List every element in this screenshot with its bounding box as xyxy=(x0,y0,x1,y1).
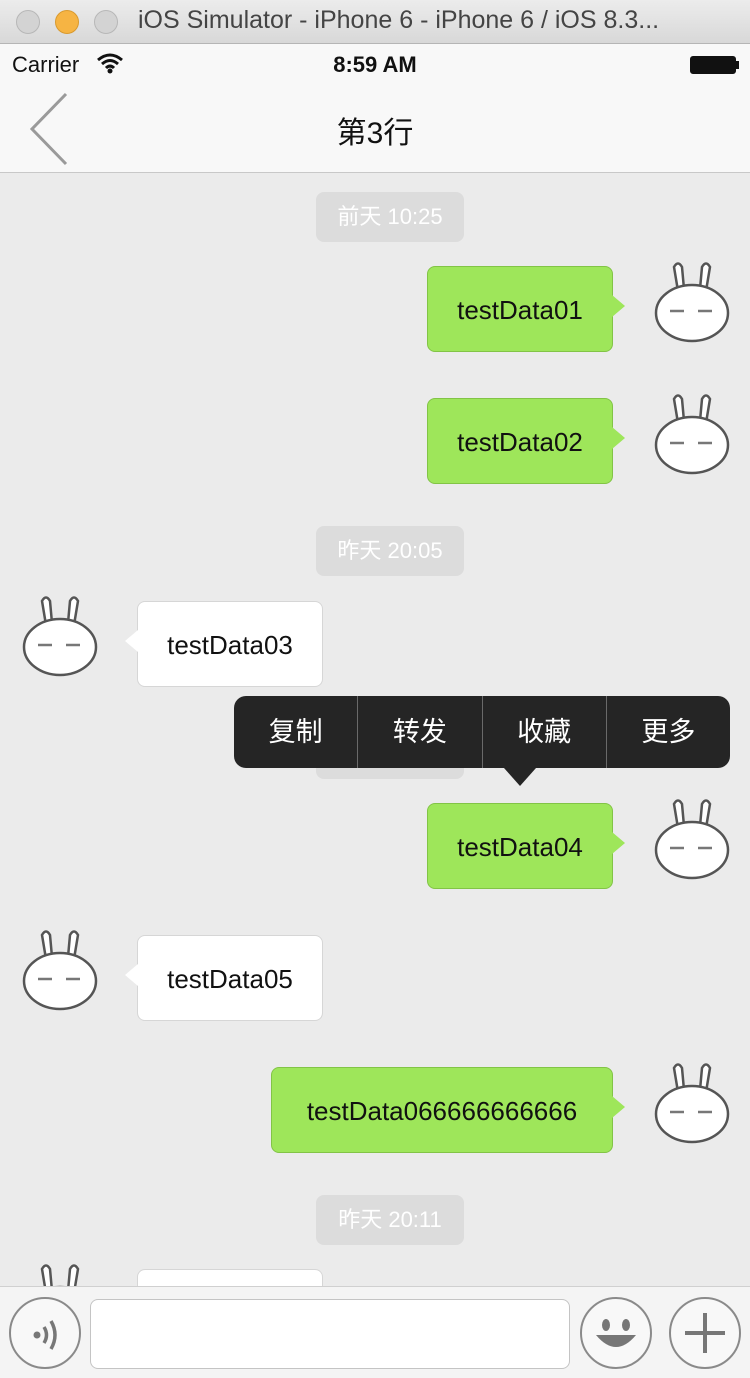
message-text: testData05 xyxy=(167,964,293,994)
context-menu: 复制 转发 收藏 更多 xyxy=(234,696,730,768)
voice-icon xyxy=(33,1320,57,1350)
bubble-tail xyxy=(612,832,625,854)
menu-item-forward[interactable]: 转发 xyxy=(358,696,483,768)
navigation-bar: 第3行 xyxy=(0,84,750,173)
bubble-tail xyxy=(125,964,138,986)
timestamp-badge: 昨天 20:05 xyxy=(316,526,464,576)
plus-button[interactable] xyxy=(669,1297,741,1369)
rabbit-avatar-icon[interactable] xyxy=(20,929,100,1015)
message-bubble-outgoing[interactable]: testData066666666666 xyxy=(271,1067,625,1153)
bubble-tail xyxy=(125,630,138,652)
message-bubble-outgoing[interactable]: testData04 xyxy=(427,803,625,889)
bubble-tail xyxy=(612,427,625,449)
message-bubble-outgoing[interactable]: testData01 xyxy=(427,266,625,352)
message-text: testData03 xyxy=(167,630,293,660)
message-text: testData04 xyxy=(457,832,583,862)
voice-button[interactable] xyxy=(9,1297,81,1369)
page-title: 第3行 xyxy=(336,117,414,150)
battery-tip xyxy=(736,61,739,69)
window-zoom-button[interactable] xyxy=(94,10,118,34)
rabbit-avatar-icon[interactable] xyxy=(652,393,732,479)
rabbit-avatar-icon[interactable] xyxy=(652,1062,732,1148)
bubble-tail xyxy=(612,1096,625,1118)
message-input[interactable] xyxy=(90,1299,570,1369)
rabbit-avatar-icon[interactable] xyxy=(652,261,732,347)
message-text: testData066666666666 xyxy=(306,1096,578,1126)
plus-icon xyxy=(685,1313,725,1353)
message-text: testData01 xyxy=(457,295,583,325)
timestamp-badge: 昨天 20:11 xyxy=(316,1195,464,1245)
window-close-button[interactable] xyxy=(16,10,40,34)
rabbit-avatar-icon[interactable] xyxy=(20,1263,100,1286)
rabbit-avatar-icon[interactable] xyxy=(652,798,732,884)
menu-item-more[interactable]: 更多 xyxy=(607,696,730,768)
timestamp-badge: 前天 10:25 xyxy=(316,192,464,242)
message-bubble-outgoing[interactable]: testData02 xyxy=(427,398,625,484)
window-minimize-button[interactable] xyxy=(55,10,79,34)
context-menu-arrow xyxy=(504,768,536,786)
simulator-title-bar: iOS Simulator - iPhone 6 - iPhone 6 / iO… xyxy=(0,0,750,44)
chat-message-list[interactable]: 前天 10:25 testData01 testData02 昨天 20:05 … xyxy=(0,173,750,1286)
emoji-button[interactable] xyxy=(580,1297,652,1369)
status-time: 8:59 AM xyxy=(333,52,417,77)
message-text: testData02 xyxy=(457,427,583,457)
message-bubble-incoming[interactable]: testData03 xyxy=(125,601,323,687)
bubble-tail xyxy=(612,295,625,317)
message-bubble-incoming[interactable]: testData05 xyxy=(125,935,323,1021)
menu-item-favorite[interactable]: 收藏 xyxy=(483,696,607,768)
menu-item-copy[interactable]: 复制 xyxy=(234,696,359,768)
rabbit-avatar-icon[interactable] xyxy=(20,595,100,681)
battery-icon xyxy=(690,56,736,74)
input-toolbar xyxy=(0,1286,750,1378)
window-title: iOS Simulator - iPhone 6 - iPhone 6 / iO… xyxy=(138,6,660,34)
status-bar: Carrier 8:59 AM xyxy=(0,44,750,84)
message-bubble-incoming[interactable] xyxy=(137,1269,323,1286)
emoji-icon xyxy=(596,1319,636,1347)
